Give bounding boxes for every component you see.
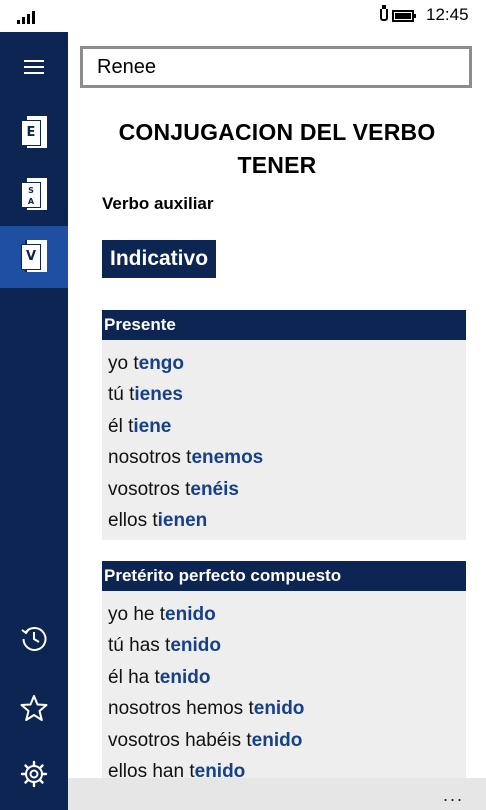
sidebar-item-dictionary-e[interactable]: E [0,102,68,164]
conjugation-row: vosotros tenéis [108,478,239,500]
sidebar-item-dictionary-sa[interactable]: S A [0,164,68,226]
search-box[interactable] [80,46,472,88]
conjugation-row: tú tienes [108,384,183,406]
tense-block-preterito-perfecto-compuesto: Pretérito perfecto compuesto yo he tenid… [102,561,466,778]
verb-ending: enido [159,666,211,688]
conjugation-row: ellos tienen [108,509,208,531]
book-letter-bottom: A [27,197,35,206]
sidebar: E S A V [0,32,68,810]
status-bar: 12:45 [0,0,486,32]
verb-ending: engo [138,353,185,374]
verb-ending: ienes [134,384,183,406]
book-letter: E [21,120,41,146]
conjugation-row: yo he tenido [108,604,216,625]
tense-block-presente: Presente yo tengo tú tienes él tiene nos… [102,310,466,541]
conjugation-list: yo tengo tú tienes él tiene nosotros ten… [102,340,466,540]
book-icon: E [21,116,48,148]
page-title-line-1: CONJUGACION DEL VERBO [118,119,436,145]
verb-subtitle: Verbo auxiliar [102,194,214,213]
conjugation-row: nosotros hemos tenido [108,698,305,720]
verb-ending: enemos [191,447,264,469]
verb-ending: iene [133,415,172,437]
conjugation-row: tú has tenido [108,635,221,657]
history-icon[interactable] [20,624,48,652]
book-letter: V [21,244,41,270]
verb-ending: enido [253,698,305,720]
sidebar-item-verbs[interactable]: V [0,226,68,288]
battery-charging-icon [380,5,416,25]
page-title-line-2: TENER [237,152,317,178]
page-title: CONJUGACION DEL VERBO TENER [68,116,486,182]
conjugation-content: CONJUGACION DEL VERBO TENER Verbo auxili… [68,100,486,778]
tense-heading: Presente [102,310,466,340]
search-input[interactable] [83,49,469,85]
conjugation-row: él ha tenido [108,666,211,688]
status-time: 12:45 [426,5,469,24]
conjugation-row: yo tengo [108,353,185,374]
hamburger-menu-button[interactable] [0,32,68,102]
app-bar: ... [68,778,486,810]
book-letter-top: S [28,186,34,195]
verb-ending: enido [194,760,246,778]
verb-ending: enido [165,604,216,625]
conjugation-list: yo he tenido tú has tenido él ha tenido … [102,591,466,778]
conjugation-row: él tiene [108,415,172,437]
book-icon: V [21,240,48,272]
signal-strength-icon [17,8,39,24]
mood-heading: Indicativo [102,240,217,278]
conjugation-row: vosotros habéis tenido [108,729,303,751]
conjugation-row: ellos han tenido [108,756,466,778]
verb-ending: enéis [190,478,239,500]
tense-heading: Pretérito perfecto compuesto [102,561,466,591]
book-icon: S A [21,178,48,210]
star-icon[interactable] [20,694,48,722]
more-options-button[interactable]: ... [443,786,464,804]
verb-ending: enido [170,635,221,657]
gear-icon[interactable] [20,760,48,788]
verb-ending: enido [251,729,303,751]
verb-ending: ienen [157,509,208,531]
conjugation-row: nosotros tenemos [108,447,264,469]
